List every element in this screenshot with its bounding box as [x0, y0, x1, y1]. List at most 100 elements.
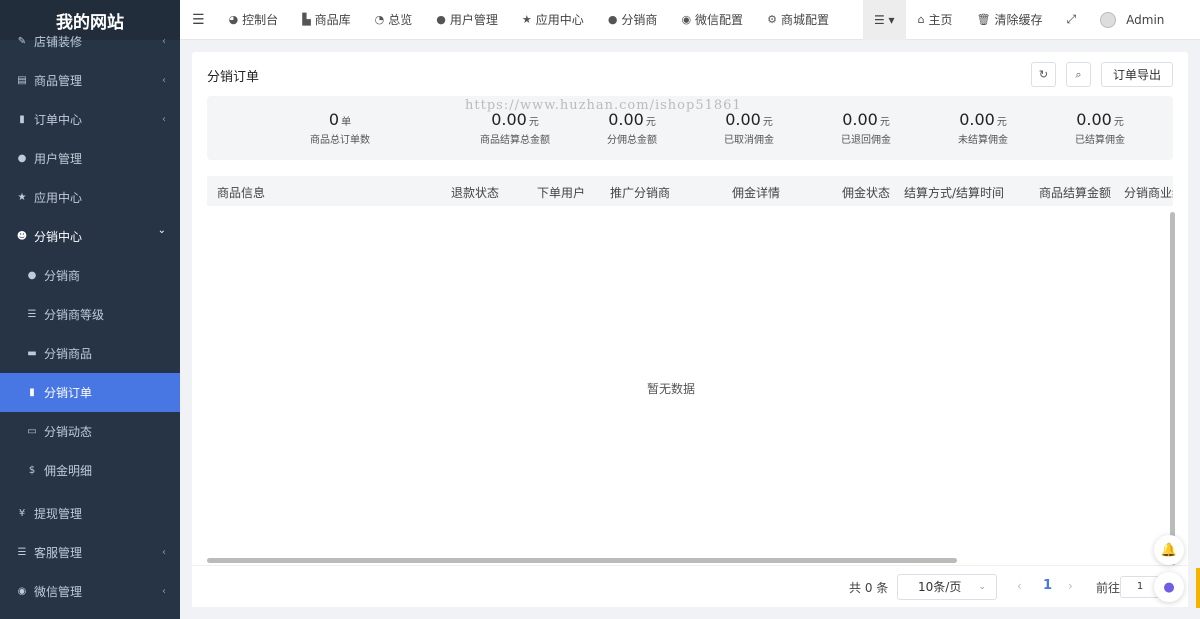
- chevron-left-icon: ‹: [162, 114, 166, 125]
- sidebar-item-distributors[interactable]: ● 分销商: [0, 256, 180, 295]
- column-header: 分销商业绩: [1124, 186, 1173, 200]
- stat-value: 0.00: [959, 110, 995, 129]
- column-header: 佣金详情: [732, 186, 781, 200]
- goto-label: 前往: [1096, 581, 1121, 595]
- column-header: 佣金状态: [842, 186, 891, 200]
- column-header: 退款状态: [451, 186, 500, 200]
- total-count: 共 0 条: [849, 581, 889, 595]
- nav-wechat-config[interactable]: ◉ 微信配置: [669, 0, 755, 40]
- nav-dashboard[interactable]: ◕ 控制台: [217, 0, 291, 40]
- stat-unit: 元: [528, 117, 539, 128]
- nav-overview[interactable]: ◔ 总览: [363, 0, 425, 40]
- sidebar-item-distributor-levels[interactable]: ☰ 分销商等级: [0, 295, 180, 334]
- dashboard-icon: ◕: [228, 13, 239, 26]
- admin-menu[interactable]: Admin: [1088, 0, 1176, 40]
- nav-distributors[interactable]: ● 分销商: [596, 0, 670, 40]
- trash-icon: 🗑: [976, 13, 991, 26]
- notification-bell-icon[interactable]: 🔔: [1154, 535, 1184, 565]
- user-icon: ●: [607, 13, 618, 26]
- search-button[interactable]: ⌕: [1065, 62, 1091, 87]
- menu-toggle-icon[interactable]: ☰: [180, 0, 217, 40]
- star-icon: ★: [17, 192, 27, 203]
- nav-label: 应用中心: [535, 13, 584, 27]
- sidebar-item-products[interactable]: ▤ 商品管理 ‹: [0, 61, 180, 100]
- column-header: 商品信息: [217, 186, 266, 200]
- sidebar-item-customer-service[interactable]: ☰ 客服管理 ‹: [0, 533, 180, 572]
- chevron-left-icon: ‹: [162, 547, 166, 558]
- nav-label: 控制台: [242, 13, 279, 27]
- stat-commission-total: 0.00 元 分佣总金额: [567, 110, 697, 146]
- sidebar-item-label: 提现管理: [34, 507, 83, 521]
- nav-app-center[interactable]: ★ 应用中心: [510, 0, 596, 40]
- sidebar-item-label: 客服管理: [34, 546, 83, 560]
- page-size-select[interactable]: 10条/页 ⌄: [897, 574, 997, 600]
- stat-value: 0.00: [1076, 110, 1112, 129]
- stat-value: 0: [328, 110, 340, 129]
- chat-icon[interactable]: ●: [1154, 572, 1184, 602]
- id-card-icon: ▭: [27, 426, 37, 437]
- brush-icon: ✎: [17, 36, 27, 47]
- stat-unit: 单: [341, 117, 352, 128]
- sidebar-item-withdrawals[interactable]: ¥ 提现管理: [0, 494, 180, 533]
- nav-shop-config[interactable]: ⚙ 商城配置: [755, 0, 841, 40]
- sidebar-item-distribution-orders[interactable]: ▮ 分销订单: [0, 373, 180, 412]
- list-icon: ☰: [17, 547, 27, 558]
- wechat-icon: ◉: [681, 13, 692, 26]
- sidebar-item-distribution-activity[interactable]: ▭ 分销动态: [0, 412, 180, 451]
- export-orders-button[interactable]: 订单导出: [1100, 62, 1173, 87]
- main-card: 分销订单 ↻ ⌕ 订单导出 https://www.huzhan.com/ish…: [192, 52, 1188, 607]
- sidebar-item-label: 分销动态: [44, 425, 93, 439]
- sidebar-item-label: 分销商: [44, 269, 81, 283]
- chevron-down-icon: ⌄: [978, 582, 986, 592]
- nav-label: 总览: [388, 13, 413, 27]
- sidebar-item-users[interactable]: ● 用户管理: [0, 139, 180, 178]
- vertical-scrollbar[interactable]: [1170, 212, 1175, 584]
- stat-settlement-total: 0.00 元 商品结算总金额: [450, 110, 580, 146]
- stat-value: 0.00: [491, 110, 527, 129]
- nav-user-management[interactable]: ● 用户管理: [424, 0, 510, 40]
- nav-product-library[interactable]: ▙ 商品库: [290, 0, 362, 40]
- sidebar-item-distribution-products[interactable]: ▬ 分销商品: [0, 334, 180, 373]
- sidebar-item-label: 店铺装修: [34, 35, 83, 49]
- dollar-icon: $: [28, 465, 36, 476]
- sidebar-item-apps[interactable]: ★ 应用中心: [0, 178, 180, 217]
- nav-label: 清除缓存: [994, 13, 1043, 27]
- card-actions: ↻ ⌕ 订单导出: [1030, 62, 1173, 87]
- sidebar-item-label: 分销商等级: [44, 308, 105, 322]
- stat-label: 已取消佣金: [724, 135, 774, 146]
- chevron-down-icon: ⌄: [157, 225, 166, 236]
- clear-cache-button[interactable]: 🗑 清除缓存: [965, 0, 1055, 40]
- stat-label: 商品总订单数: [310, 135, 370, 146]
- user-icon: ●: [436, 13, 446, 26]
- stat-cancelled-commission: 0.00 元 已取消佣金: [684, 110, 814, 146]
- sidebar-item-label: 用户管理: [34, 152, 83, 166]
- sidebar-item-distribution[interactable]: ☻ 分销中心 ⌄: [0, 217, 180, 256]
- horizontal-scrollbar[interactable]: [207, 558, 957, 563]
- empty-state: 暂无数据: [646, 382, 695, 396]
- gears-icon: ⚙: [767, 13, 777, 26]
- fullscreen-icon[interactable]: ⤢: [1055, 0, 1089, 40]
- sidebar-item-store-decoration[interactable]: ✎ 店铺装修 ‹: [0, 22, 180, 61]
- stat-total-orders: 0单 商品总订单数: [275, 110, 405, 146]
- user-icon: ●: [17, 153, 27, 164]
- more-menu-button[interactable]: ☰ ▾: [862, 0, 906, 40]
- user-icon: ●: [27, 270, 37, 281]
- nav-home[interactable]: ⌂ 主页: [906, 0, 965, 40]
- prev-page-icon[interactable]: ‹: [1017, 579, 1022, 593]
- sidebar-item-label: 分销商品: [44, 347, 93, 361]
- stats-panel: https://www.huzhan.com/ishop51861 0单 商品总…: [207, 96, 1173, 160]
- pagination: 共 0 条 10条/页 ⌄ ‹ 1 › 前往 1: [192, 565, 1188, 607]
- sidebar-item-orders[interactable]: ▮ 订单中心 ‹: [0, 100, 180, 139]
- stat-unit: 元: [1113, 117, 1124, 128]
- next-page-icon[interactable]: ›: [1068, 579, 1073, 593]
- sidebar-item-label: 订单中心: [34, 113, 83, 127]
- refresh-button[interactable]: ↻: [1030, 62, 1056, 87]
- sidebar: 我的网站 ✎ 店铺装修 ‹ ▤ 商品管理 ‹ ▮ 订单中心 ‹ ● 用户管理 ★…: [0, 0, 180, 619]
- side-strip: [1196, 568, 1200, 608]
- sidebar-item-commission-details[interactable]: $ 佣金明细: [0, 451, 180, 490]
- current-page[interactable]: 1: [1043, 578, 1052, 593]
- stat-value: 0.00: [608, 110, 644, 129]
- stat-unit: 元: [645, 117, 656, 128]
- sidebar-item-wechat[interactable]: ◉ 微信管理 ‹: [0, 572, 180, 611]
- sidebar-item-label: 分销订单: [44, 386, 93, 400]
